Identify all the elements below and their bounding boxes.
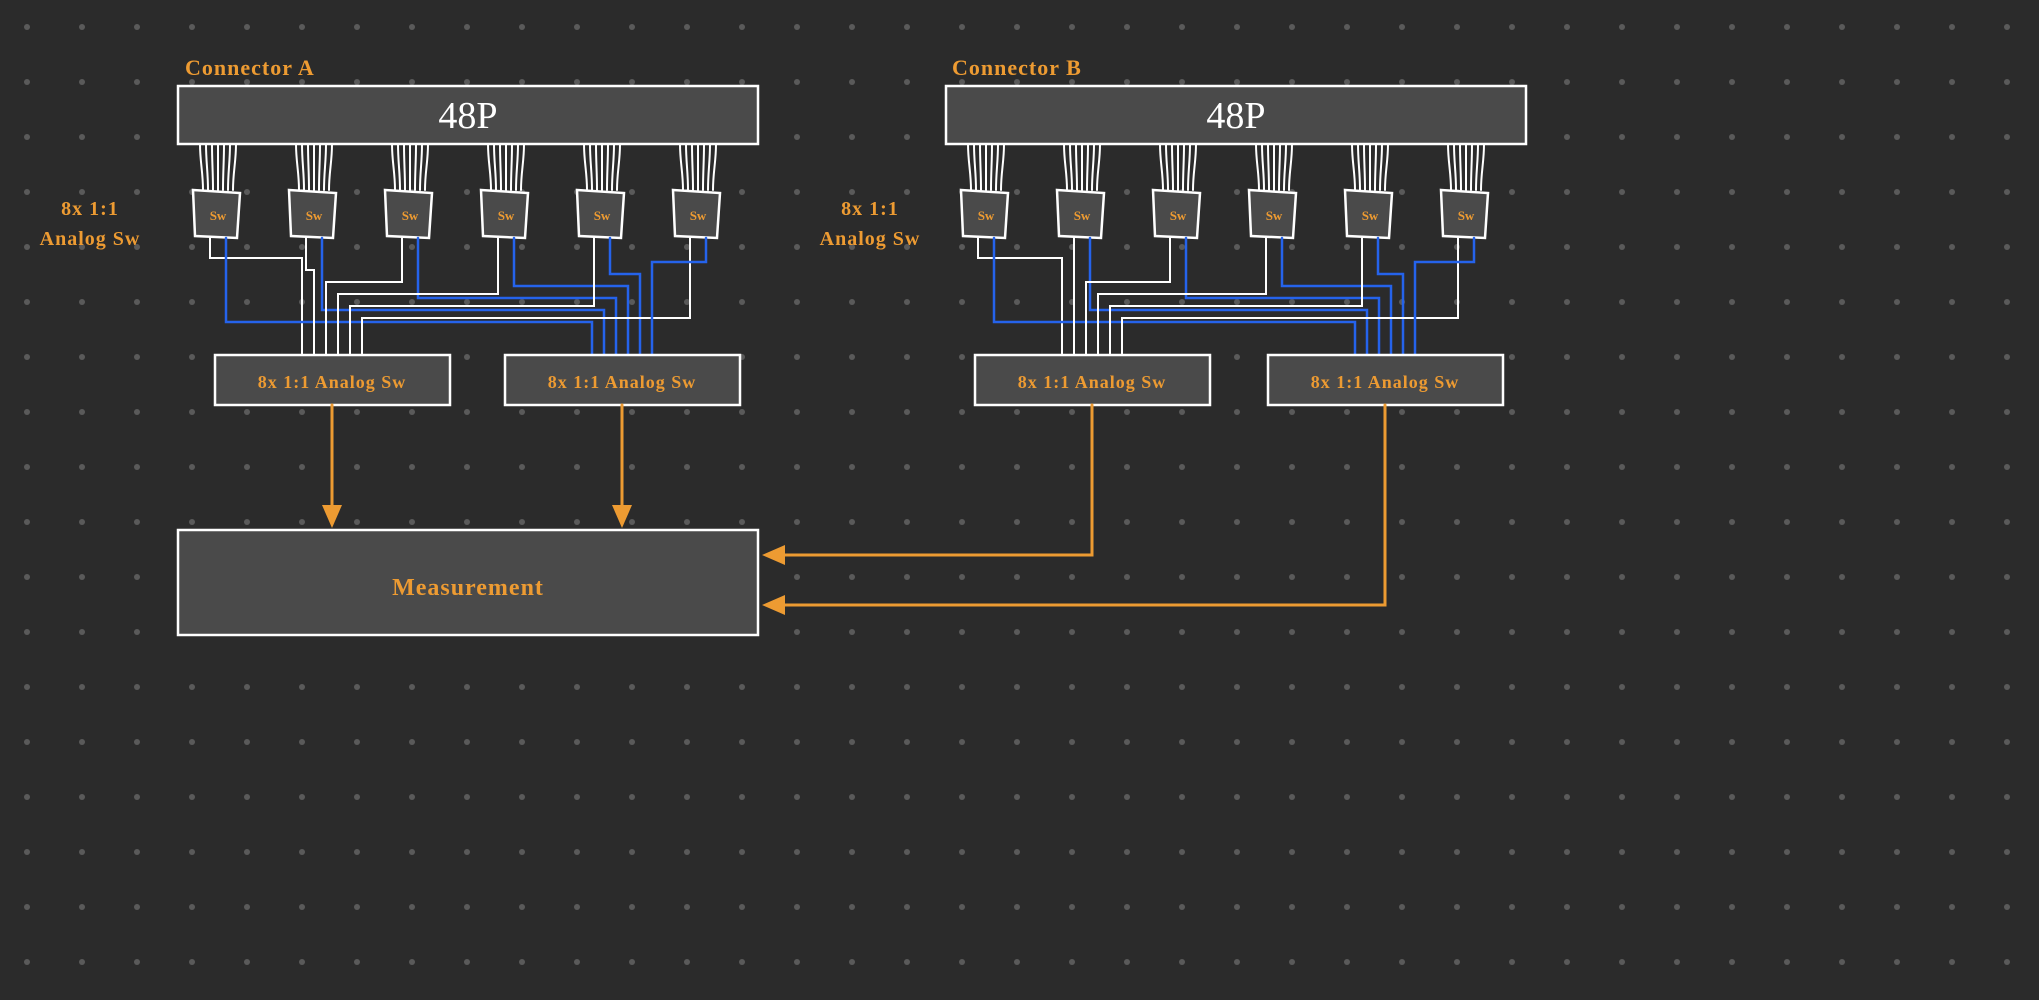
measurement-label: Measurement: [392, 575, 544, 601]
sw-chip-label: Sw: [1362, 208, 1379, 223]
connector-a-port-label: 48P: [438, 95, 497, 137]
sw-chip-label: Sw: [402, 208, 419, 223]
sw-chip-label: Sw: [1266, 208, 1283, 223]
sw-chip-label: Sw: [594, 208, 611, 223]
svg-text:8x 1:1: 8x 1:1: [841, 198, 899, 220]
sw-chip-label: Sw: [1170, 208, 1187, 223]
sw-chip-label: Sw: [498, 208, 515, 223]
diagram-canvas[interactable]: Connector A 48P 8x 1:1 Analog Sw Sw Sw Sw S…: [0, 0, 2039, 1000]
sw-chip-label: Sw: [978, 208, 995, 223]
connector-b-port-label: 48P: [1206, 95, 1265, 137]
dot-grid: [0, 0, 2039, 1000]
svg-text:Analog Sw: Analog Sw: [820, 228, 921, 250]
svg-text:Analog Sw: Analog Sw: [40, 228, 141, 250]
mux-b1-label: 8x 1:1 Analog Sw: [1018, 372, 1167, 392]
sw-chip-label: Sw: [1074, 208, 1091, 223]
mux-b2-label: 8x 1:1 Analog Sw: [1311, 372, 1460, 392]
connector-b-title: Connector B: [952, 55, 1082, 80]
sw-chip-label: Sw: [1458, 208, 1475, 223]
sw-chip-label: Sw: [690, 208, 707, 223]
sw-chip-label: Sw: [306, 208, 323, 223]
sw-chip-label: Sw: [210, 208, 227, 223]
mux-a2-label: 8x 1:1 Analog Sw: [548, 372, 697, 392]
mux-a1-label: 8x 1:1 Analog Sw: [258, 372, 407, 392]
connector-a-title: Connector A: [185, 55, 315, 80]
svg-text:8x 1:1: 8x 1:1: [61, 198, 119, 220]
